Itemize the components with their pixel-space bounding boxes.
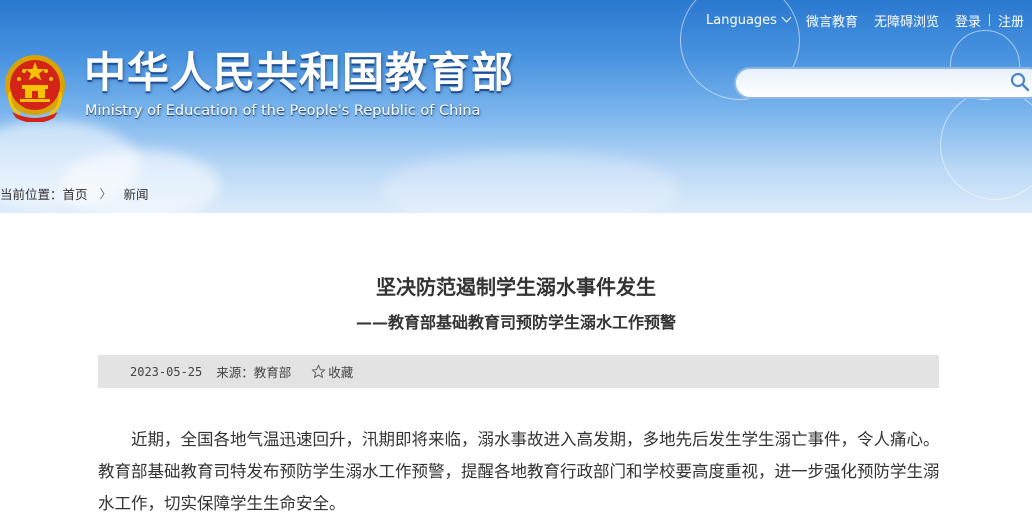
site-header: Languages 微言教育 无障碍浏览 登录 注册 中华人民共和国教育部 Mi… [0,0,1032,213]
favorite-button[interactable]: 收藏 [311,362,353,381]
languages-menu[interactable]: Languages [698,12,798,28]
breadcrumb-home-link[interactable]: 首页 [63,184,88,203]
top-navigation: Languages 微言教育 无障碍浏览 登录 注册 [698,10,1032,30]
favorite-label: 收藏 [328,365,354,380]
breadcrumb-news-link[interactable]: 新闻 [124,184,149,203]
publish-date: 2023-05-25 [130,364,203,379]
article-body: 近期，全国各地气温迅速回升，汛期即将来临，溺水事故进入高发期，多地先后发生学生溺… [98,430,940,513]
weiyan-link[interactable]: 微言教育 [798,11,866,30]
article-title: 坚决防范遏制学生溺水事件发生 [376,275,656,299]
cloud-decoration [380,150,680,213]
article-subtitle: ——教育部基础教育司预防学生溺水工作预警 [355,313,676,332]
cloud-decoration [60,150,220,213]
login-link[interactable]: 登录 [947,11,989,30]
breadcrumb: 当前位置： 首页 〉 新闻 [0,184,149,203]
article-source: 来源：教育部 [216,365,292,380]
languages-label: Languages [706,12,777,28]
breadcrumb-prefix: 当前位置： [0,187,63,202]
chevron-down-icon [781,12,792,22]
register-link[interactable]: 注册 [990,11,1032,30]
search-input[interactable] [734,67,1032,99]
emblem-icon[interactable] [2,52,68,122]
star-icon [312,364,326,378]
accessibility-link[interactable]: 无障碍浏览 [866,11,947,30]
dandelion-decoration [940,90,1032,200]
site-title[interactable]: 中华人民共和国教育部 [84,49,514,97]
search-icon[interactable] [1010,72,1030,92]
site-subtitle: Ministry of Education of the People's Re… [85,103,481,119]
article-meta-bar: 2023-05-25 来源：教育部 收藏 [98,355,939,388]
breadcrumb-separator: 〉 [99,187,112,201]
